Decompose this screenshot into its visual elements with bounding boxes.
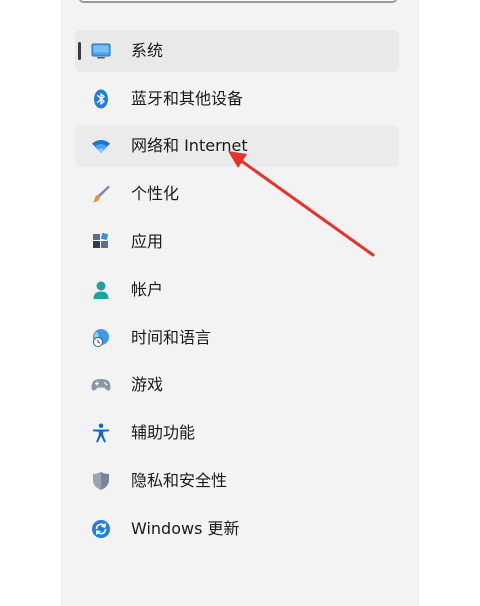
sidebar-item-apps[interactable]: 应用 (75, 221, 399, 263)
bluetooth-icon (91, 89, 111, 109)
sidebar-item-label: Windows 更新 (131, 519, 240, 538)
apps-icon (91, 232, 111, 252)
wifi-icon (91, 136, 111, 156)
settings-sidebar: 系统 蓝牙和其他设备 网络和 Internet 个性化 应用 帐户 时间和语言 … (61, 0, 419, 606)
sidebar-item-label: 系统 (131, 41, 164, 60)
sidebar-item-network[interactable]: 网络和 Internet (75, 125, 399, 167)
sidebar-item-personalization[interactable]: 个性化 (75, 173, 399, 215)
sidebar-item-label: 隐私和安全性 (131, 471, 228, 490)
gamepad-icon (91, 375, 111, 395)
settings-search-input[interactable] (78, 0, 398, 3)
globe-clock-icon (91, 328, 111, 348)
sidebar-item-label: 个性化 (131, 184, 180, 203)
sidebar-item-privacy-security[interactable]: 隐私和安全性 (75, 460, 399, 502)
sidebar-item-label: 辅助功能 (131, 423, 196, 442)
accessibility-icon (91, 423, 111, 443)
shield-icon (91, 471, 111, 491)
sidebar-item-gaming[interactable]: 游戏 (75, 364, 399, 406)
sidebar-item-label: 网络和 Internet (131, 136, 248, 155)
selection-indicator (78, 42, 81, 60)
sidebar-item-label: 帐户 (131, 280, 164, 299)
sidebar-item-windows-update[interactable]: Windows 更新 (75, 508, 399, 550)
settings-window: 系统 蓝牙和其他设备 网络和 Internet 个性化 应用 帐户 时间和语言 … (0, 0, 480, 606)
sidebar-item-time-language[interactable]: 时间和语言 (75, 317, 399, 359)
sidebar-item-label: 应用 (131, 232, 164, 251)
sidebar-item-label: 蓝牙和其他设备 (131, 89, 244, 108)
sidebar-item-system[interactable]: 系统 (75, 30, 399, 72)
sidebar-item-bluetooth[interactable]: 蓝牙和其他设备 (75, 78, 399, 120)
sidebar-item-accessibility[interactable]: 辅助功能 (75, 412, 399, 454)
display-icon (91, 41, 111, 61)
windows-update-icon (91, 519, 111, 539)
account-icon (91, 280, 111, 300)
sidebar-item-label: 时间和语言 (131, 328, 212, 347)
sidebar-item-accounts[interactable]: 帐户 (75, 269, 399, 311)
sidebar-item-label: 游戏 (131, 375, 164, 394)
paintbrush-icon (91, 184, 111, 204)
